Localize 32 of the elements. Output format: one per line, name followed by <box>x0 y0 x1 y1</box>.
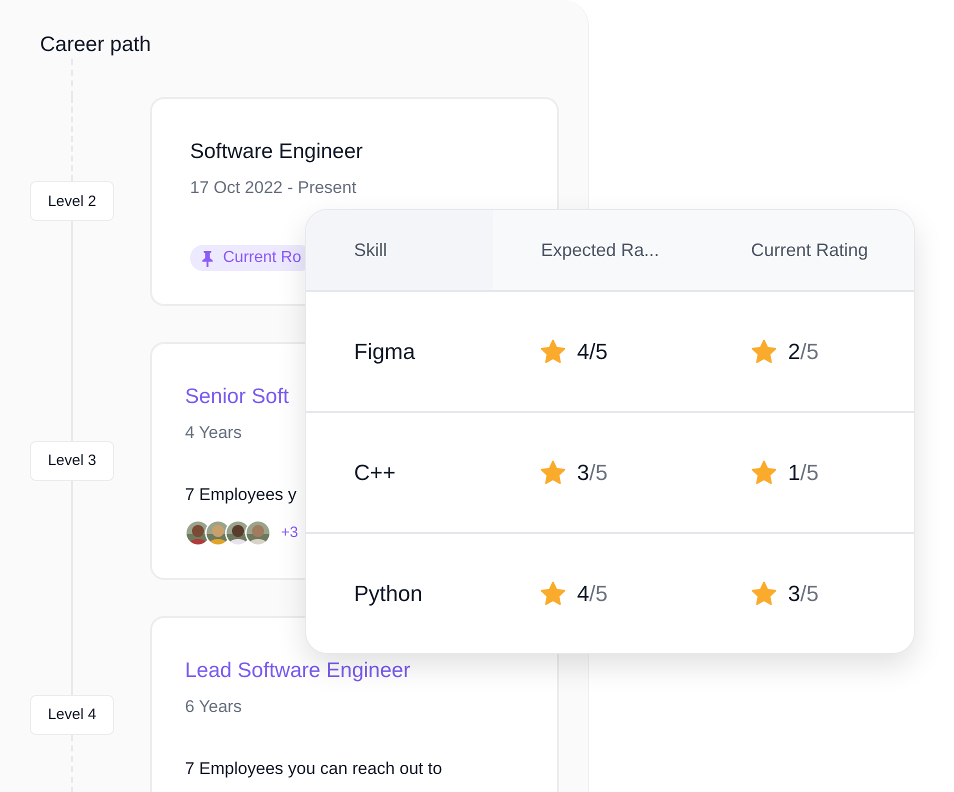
more-count: +3 <box>281 524 298 541</box>
column-header: Current Rating <box>750 238 870 262</box>
level-label: Level 3 <box>30 440 114 480</box>
skill-name: C++ <box>354 460 396 486</box>
star-icon <box>750 580 778 608</box>
rating-value: 2/5 <box>788 338 819 364</box>
rating-value: 3/5 <box>788 580 819 606</box>
pin-icon <box>200 250 215 266</box>
skill-name: Python <box>354 580 422 606</box>
role-title: Software Engineer <box>190 139 364 165</box>
employees-text: 7 Employees y <box>185 484 298 506</box>
role-duration: 4 Years <box>185 422 243 444</box>
role-duration: 6 Years <box>185 696 243 718</box>
role-title: Lead Software Engineer <box>185 658 412 684</box>
employees-text: 7 Employees you can reach out to <box>185 758 444 780</box>
rating-value: 1/5 <box>788 460 819 486</box>
role-duration: 17 Oct 2022 - Present <box>190 177 358 199</box>
role-title: Senior Soft <box>185 384 290 410</box>
rating-value: 4/5 <box>577 580 608 606</box>
star-icon <box>539 338 567 366</box>
star-icon <box>750 338 778 366</box>
section-title: Career path <box>40 32 152 58</box>
rating-value: 3/5 <box>577 460 608 486</box>
level-label: Level 4 <box>30 694 114 734</box>
level-label: Level 2 <box>30 181 114 222</box>
badge-text: Current Ro <box>223 248 302 268</box>
star-icon <box>539 458 567 486</box>
star-icon <box>539 580 567 608</box>
rating-value: 4/5 <box>577 338 608 364</box>
skill-name: Figma <box>354 338 416 364</box>
column-header: Skill <box>306 210 493 290</box>
star-icon <box>750 458 778 486</box>
